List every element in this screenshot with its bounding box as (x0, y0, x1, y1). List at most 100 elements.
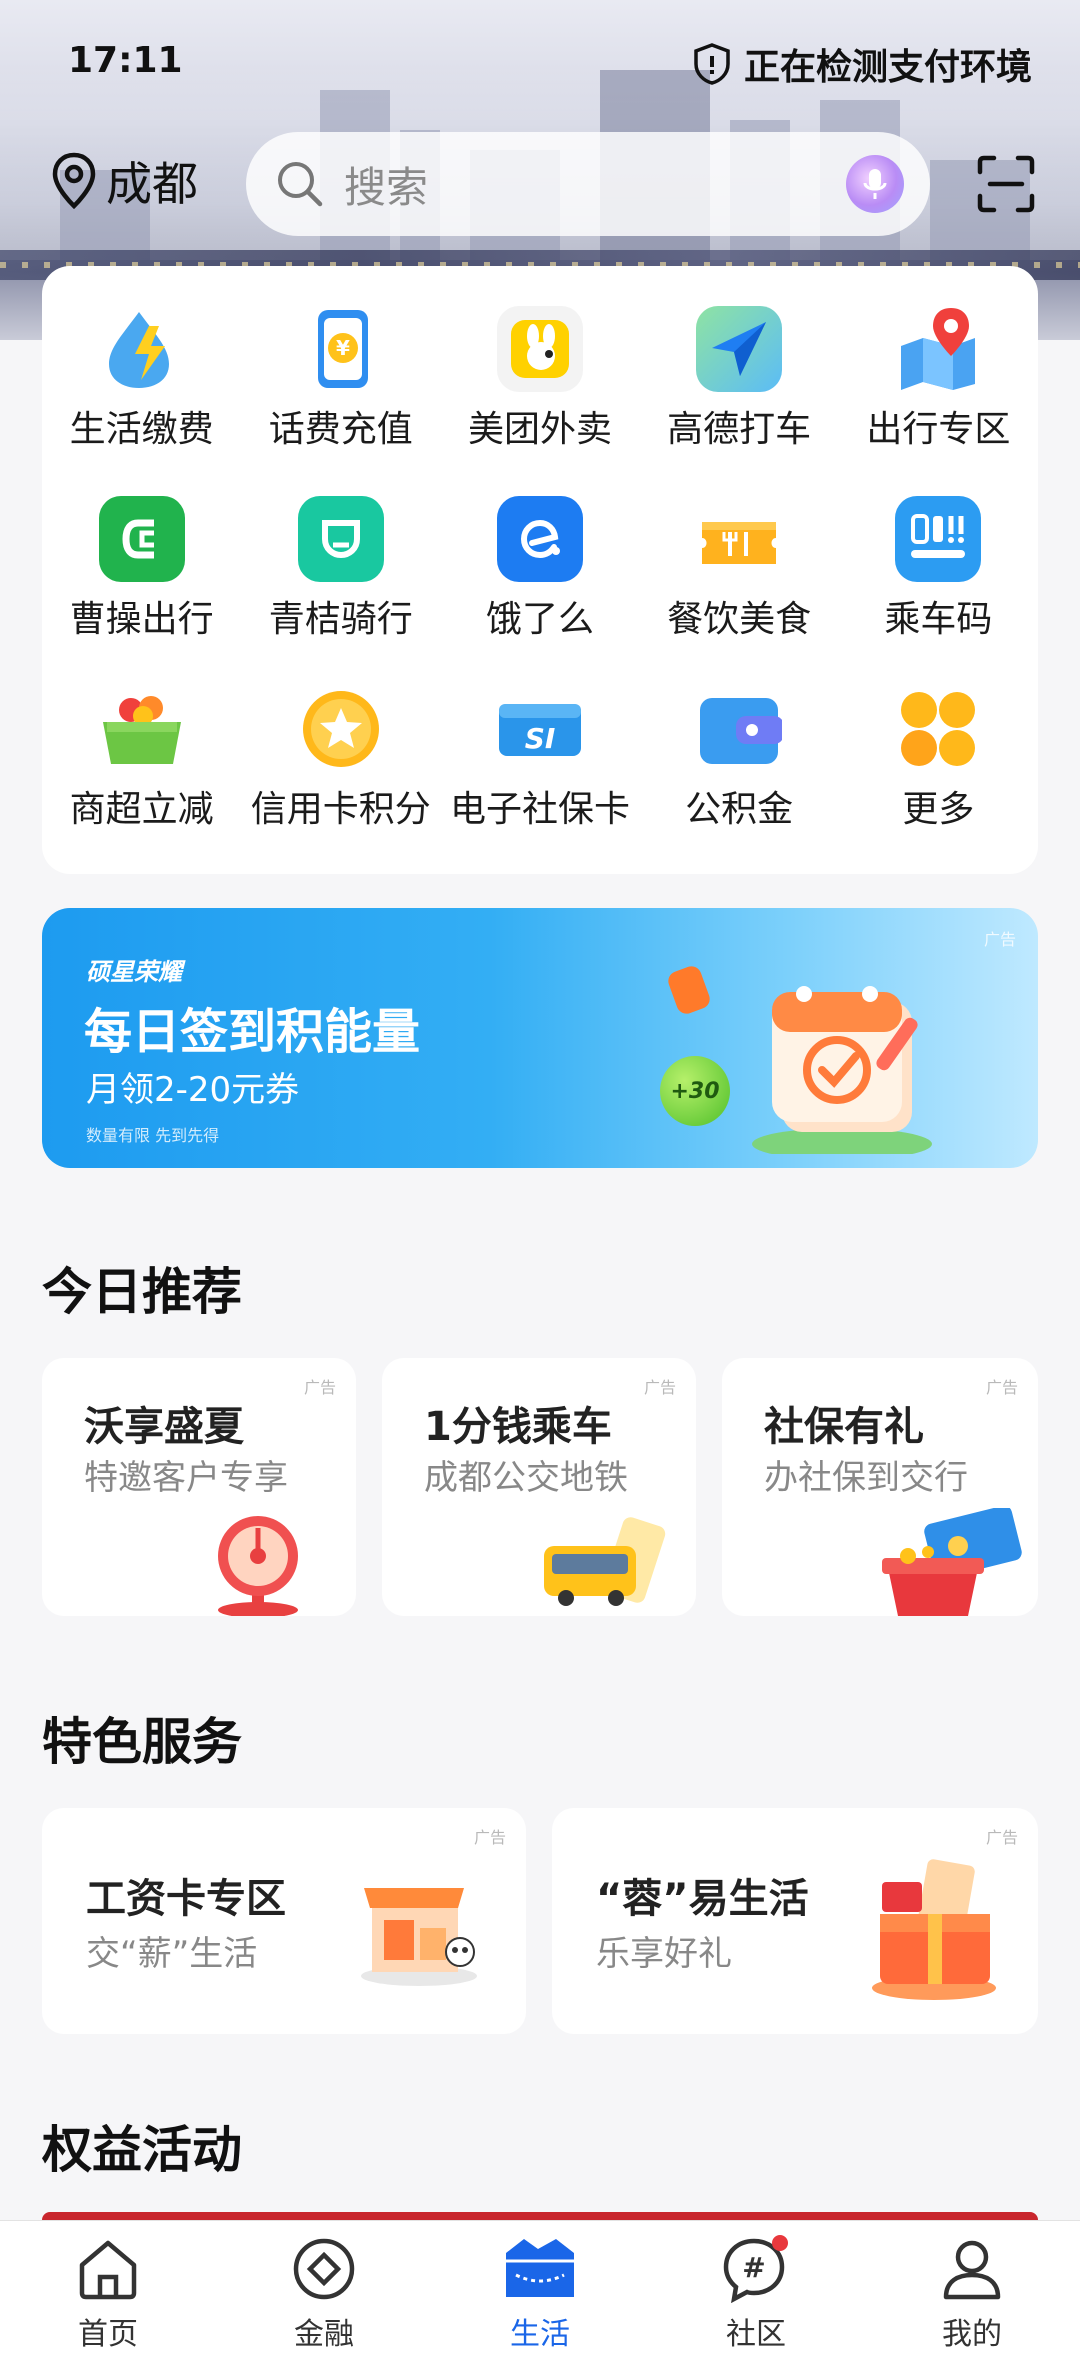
life-payment-icon (99, 306, 185, 392)
svg-text:SI: SI (525, 722, 556, 755)
tab-label: 生活 (510, 2317, 570, 2352)
tab-label: 我的 (942, 2317, 1002, 2352)
tab-mine[interactable]: 我的 (864, 2235, 1080, 2353)
bus-code-icon (895, 496, 982, 582)
gaode-taxi-icon (696, 306, 783, 392)
service-more[interactable]: 更多 (839, 686, 1038, 832)
location-pin-icon (52, 152, 96, 210)
rights-banner-edge (42, 2212, 1038, 2220)
tab-community[interactable]: # 社区 (648, 2235, 864, 2353)
tab-home[interactable]: 首页 (0, 2235, 216, 2353)
bonus-badge-text: +30 (670, 1078, 720, 1104)
service-bus-code[interactable]: 乘车码 (839, 496, 1038, 642)
user-icon (943, 2240, 1001, 2300)
service-credit-points[interactable]: 信用卡积分 (241, 686, 440, 832)
ad-tag: 广告 (985, 1828, 1018, 1847)
payment-security-check[interactable]: 正在检测支付环境 (692, 38, 1032, 90)
banner-title: 每日签到积能量 (84, 1004, 421, 1060)
banner-subtitle: 月领2-20元券 (86, 1070, 300, 1110)
service-label: 信用卡积分 (250, 789, 431, 830)
section-title-rights: 权益活动 (42, 2121, 242, 2179)
ad-tag: 广告 (303, 1378, 336, 1397)
travel-map-icon (895, 306, 981, 392)
caocao-icon (98, 496, 185, 582)
service-label: 曹操出行 (69, 599, 214, 640)
tab-finance[interactable]: 金融 (216, 2235, 432, 2353)
gift-card-icon (882, 1508, 1022, 1616)
service-social-security[interactable]: SI 电子社保卡 (440, 686, 639, 832)
card-title: 社保有礼 (764, 1404, 924, 1450)
promo-card-bus[interactable]: 广告 1分钱乘车 成都公交地铁 (382, 1358, 696, 1616)
service-label: 餐饮美食 (667, 599, 812, 640)
service-supermarket[interactable]: 商超立减 (42, 686, 241, 832)
search-icon (278, 162, 323, 207)
section-title-today: 今日推荐 (42, 1263, 242, 1321)
card-title: 工资卡专区 (86, 1876, 286, 1922)
phone-recharge-icon: ¥ (298, 306, 384, 392)
service-label: 生活缴费 (69, 409, 214, 450)
service-label: 饿了么 (485, 599, 594, 640)
tab-label: 金融 (294, 2317, 354, 2352)
coin-decoration (665, 963, 713, 1017)
scan-icon[interactable] (976, 154, 1036, 214)
service-label: 乘车码 (884, 599, 993, 640)
feature-card-rong-life[interactable]: 广告 “蓉”易生活 乐享好礼 (552, 1808, 1038, 2034)
checkin-banner[interactable]: 广告 硕星荣耀 每日签到积能量 月领2-20元券 数量有限 先到先得 +30 (42, 908, 1038, 1168)
ad-tag: 广告 (983, 930, 1016, 949)
service-travel[interactable]: 出行专区 (839, 306, 1038, 452)
meituan-icon (496, 306, 583, 392)
service-meituan[interactable]: 美团外卖 (440, 306, 639, 452)
calendar-illustration (742, 954, 942, 1160)
service-label: 美团外卖 (467, 409, 612, 450)
card-subtitle: 乐享好礼 (596, 1934, 732, 1974)
prize-wheel-icon (218, 1516, 298, 1616)
service-label: 青桔骑行 (268, 599, 413, 640)
security-status-text: 正在检测支付环境 (743, 47, 1032, 88)
feature-card-salary[interactable]: 广告 工资卡专区 交“薪”生活 (42, 1808, 526, 2034)
search-placeholder: 搜索 (344, 162, 429, 212)
card-title: 1分钱乘车 (424, 1404, 612, 1450)
service-gaode-taxi[interactable]: 高德打车 (640, 306, 839, 452)
voice-assistant-icon[interactable] (846, 155, 904, 213)
service-housing-fund[interactable]: 公积金 (640, 686, 839, 832)
social-security-card-icon: SI (497, 686, 583, 772)
service-eleme[interactable]: 饿了么 (440, 496, 639, 642)
city-selector[interactable]: 成都 (48, 148, 198, 214)
service-label: 高德打车 (667, 409, 812, 450)
tab-label: 首页 (78, 2317, 138, 2352)
promo-card-social-security[interactable]: 广告 社保有礼 办社保到交行 (722, 1358, 1038, 1616)
card-title: 沃享盛夏 (84, 1404, 244, 1450)
bus-icon (544, 1517, 666, 1606)
home-icon (79, 2240, 137, 2300)
tab-life[interactable]: 生活 (432, 2235, 648, 2353)
service-phone-recharge[interactable]: ¥ 话费充值 (241, 306, 440, 452)
service-life-payment[interactable]: 生活缴费 (42, 306, 241, 452)
community-hashtag-icon: # (723, 2235, 788, 2303)
shield-icon (694, 43, 730, 85)
service-label: 商超立减 (69, 789, 214, 830)
service-label: 话费充值 (268, 409, 413, 450)
search-input[interactable]: 搜索 (246, 132, 930, 236)
life-ticket-icon (506, 2239, 574, 2297)
bottom-tab-bar: 首页 金融 生活 # 社区 我的 (0, 2220, 1080, 2376)
section-title-featured: 特色服务 (42, 1713, 242, 1771)
svg-text:¥: ¥ (336, 336, 350, 360)
ad-tag: 广告 (985, 1378, 1018, 1397)
service-dining[interactable]: 餐饮美食 (640, 496, 839, 642)
credit-points-icon (298, 686, 384, 772)
svg-text:#: # (742, 2251, 765, 2284)
service-caocao[interactable]: 曹操出行 (42, 496, 241, 642)
card-subtitle: 特邀客户专享 (84, 1458, 288, 1498)
status-bar: 17:11 正在检测支付环境 (0, 0, 1080, 130)
finance-icon (293, 2238, 355, 2300)
banner-brand: 硕星荣耀 (86, 958, 182, 986)
service-qingju[interactable]: 青桔骑行 (241, 496, 440, 642)
promo-card-summer[interactable]: 广告 沃享盛夏 特邀客户专享 (42, 1358, 356, 1616)
services-panel: 生活缴费 ¥ 话费充值 美团外卖 高德打车 出行专区 曹操出行 青桔骑行 饿了么… (42, 266, 1038, 874)
service-label: 电子社保卡 (449, 789, 630, 830)
status-time: 17:11 (68, 40, 183, 81)
top-bar: 成都 搜索 (0, 130, 1080, 240)
service-label: 出行专区 (866, 409, 1011, 450)
ad-tag: 广告 (473, 1828, 506, 1847)
wallet-icon (696, 686, 783, 772)
